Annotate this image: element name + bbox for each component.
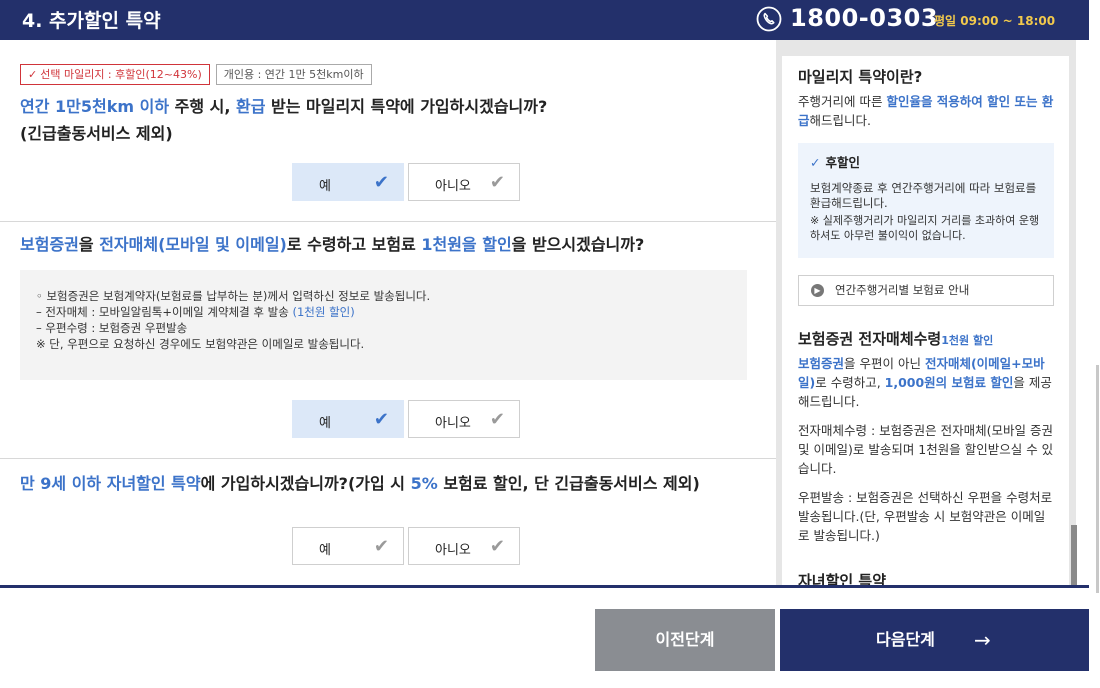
- e-certificate-info-box: ◦ 보험증권은 보험계약자(보험료를 납부하는 분)께서 입력하신 정보로 발송…: [20, 270, 747, 380]
- mileage-section: ✓ 선택 마일리지 : 후할인(12~43%) 개인용 : 연간 1만 5천km이…: [0, 40, 776, 222]
- e-certificate-help-detail: 전자매체수령 : 보험증권은 전자매체(모바일 증권 및 이메일)로 발송되며 …: [798, 423, 1054, 476]
- page-header: 4. 추가할인 특약 1800-0303 평일 09:00 ~ 18:00: [0, 0, 1089, 40]
- content-bottom-border: [0, 585, 1089, 588]
- mileage-help-text: 주행거리에 따른 할인율을 적용하여 할인 또는 환급해드립니다.: [798, 94, 1054, 128]
- check-icon: ✔: [373, 172, 389, 193]
- help-sidebar[interactable]: 마일리지 특약이란? 주행거리에 따른 할인율을 적용하여 할인 또는 환급해드…: [776, 40, 1076, 585]
- check-icon: ✓: [28, 68, 38, 81]
- e-certificate-yes-button[interactable]: 예 ✔: [292, 400, 404, 438]
- check-icon: ✔: [489, 536, 505, 557]
- mileage-yes-button[interactable]: 예 ✔: [292, 163, 404, 201]
- sidebar-scrollbar-track[interactable]: [1069, 56, 1076, 585]
- main-content: ✓ 선택 마일리지 : 후할인(12~43%) 개인용 : 연간 1만 5천km이…: [0, 40, 776, 585]
- check-icon: ✔: [373, 409, 389, 430]
- check-icon: ✓: [810, 155, 821, 170]
- child-discount-no-button[interactable]: 아니오 ✔: [408, 527, 520, 565]
- e-certificate-help-title: 보험증권 전자매체수령1천원 할인: [798, 330, 994, 348]
- check-icon: ✔: [489, 409, 505, 430]
- page-scrollbar[interactable]: [1096, 365, 1099, 593]
- child-discount-help-title: 자녀할인 특약: [798, 572, 887, 585]
- chevron-right-icon: ▶: [811, 284, 824, 297]
- selected-mileage-badge: ✓ 선택 마일리지 : 후할인(12~43%): [20, 64, 210, 85]
- arrow-right-icon: →: [974, 628, 991, 652]
- post-discount-info-box: ✓ 후할인 보험계약종료 후 연간주행거리에 따라 보험료를 환급해드립니다. ※…: [798, 143, 1054, 258]
- phone-icon: [756, 6, 782, 32]
- postal-help-detail: 우편발송 : 보험증권은 선택하신 우편을 수령처로 발송됩니다.(단, 우편발…: [798, 490, 1053, 543]
- mileage-question-note: (긴급출동서비스 제외): [20, 124, 173, 143]
- mileage-premium-guide-link[interactable]: ▶ 연간주행거리별 보험료 안내: [798, 275, 1054, 306]
- phone-number: 1800-0303: [790, 4, 939, 32]
- sidebar-scrollbar-thumb[interactable]: [1071, 525, 1077, 585]
- page-title: 4. 추가할인 특약: [22, 10, 161, 32]
- check-icon: ✔: [373, 536, 389, 557]
- mileage-no-button[interactable]: 아니오 ✔: [408, 163, 520, 201]
- child-discount-question: 만 9세 이하 자녀할인 특약에 가입하시겠습니까?(가입 시 5% 보험료 할…: [20, 474, 700, 493]
- check-icon: ✔: [489, 172, 505, 193]
- e-certificate-help-text: 보험증권을 우편이 아닌 전자매체(이메일+모바일)로 수령하고, 1,000원…: [798, 356, 1052, 409]
- previous-step-button[interactable]: 이전단계: [595, 609, 775, 671]
- e-certificate-question: 보험증권을 전자매체(모바일 및 이메일)로 수령하고 보험료 1천원을 할인을…: [20, 235, 645, 254]
- mileage-question: 연간 1만5천km 이하 주행 시, 환급 받는 마일리지 특약에 가입하시겠습…: [20, 97, 548, 116]
- mileage-help-title: 마일리지 특약이란?: [798, 68, 923, 86]
- e-certificate-no-button[interactable]: 아니오 ✔: [408, 400, 520, 438]
- business-hours: 평일 09:00 ~ 18:00: [934, 14, 1056, 28]
- personal-use-badge: 개인용 : 연간 1만 5천km이하: [215, 64, 372, 85]
- child-discount-yes-button[interactable]: 예 ✔: [292, 527, 404, 565]
- next-step-button[interactable]: 다음단계 →: [780, 609, 1089, 671]
